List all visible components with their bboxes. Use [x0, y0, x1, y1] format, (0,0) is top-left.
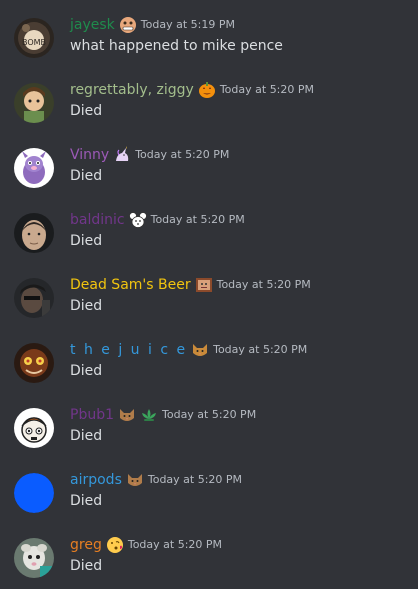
- dead-sams-beer-avatar-icon: [14, 278, 54, 318]
- framed-face-badge-icon: [195, 276, 213, 294]
- message-text: what happened to mike pence: [70, 38, 283, 54]
- message-item: BOMB jayesk Today at 5:19 PM what happen…: [0, 14, 418, 74]
- vinny-avatar-icon: [14, 148, 54, 188]
- avatar[interactable]: [14, 538, 54, 578]
- message-text: Died: [70, 428, 103, 444]
- greg-avatar-icon: [14, 538, 54, 578]
- avatar[interactable]: BOMB: [14, 18, 54, 58]
- kissing-face-badge-icon: [106, 536, 124, 554]
- message-list: BOMB jayesk Today at 5:19 PM what happen…: [0, 0, 418, 589]
- author-name[interactable]: jayesk: [70, 14, 115, 36]
- timestamp[interactable]: Today at 5:19 PM: [141, 14, 235, 36]
- timestamp[interactable]: Today at 5:20 PM: [135, 144, 229, 166]
- timestamp[interactable]: Today at 5:20 PM: [148, 469, 242, 491]
- avatar[interactable]: [14, 213, 54, 253]
- message-text: Died: [70, 168, 103, 184]
- timestamp[interactable]: Today at 5:20 PM: [151, 209, 245, 231]
- author-name[interactable]: Dead Sam's Beer: [70, 274, 191, 296]
- avatar[interactable]: [14, 148, 54, 188]
- message-item: Dead Sam's Beer Today at 5:20 PM Died: [0, 274, 418, 334]
- author-name[interactable]: airpods: [70, 469, 122, 491]
- message-item: Vinny Today at 5:20 PM Died: [0, 144, 418, 204]
- message-text: Died: [70, 558, 103, 574]
- message-text: Died: [70, 298, 103, 314]
- avatar[interactable]: [14, 473, 54, 513]
- message-item: t h e j u i c e Today at 5:20 PM Died: [0, 339, 418, 399]
- avatar[interactable]: [14, 83, 54, 123]
- mouse-face-badge-icon: [128, 211, 147, 229]
- message-item: baldinic Today at 5:20 PM Died: [0, 209, 418, 269]
- cat-badge-icon: [126, 471, 144, 489]
- timestamp[interactable]: Today at 5:20 PM: [162, 404, 256, 426]
- message-item: greg Today at 5:20 PM Died: [0, 534, 418, 589]
- avatar[interactable]: [14, 343, 54, 383]
- cat-badge-icon: [118, 406, 136, 424]
- message-text: Died: [70, 103, 103, 119]
- pbub1-avatar-icon: [14, 408, 54, 448]
- timestamp[interactable]: Today at 5:20 PM: [220, 79, 314, 101]
- avatar[interactable]: [14, 278, 54, 318]
- svg-text:BOMB: BOMB: [22, 38, 46, 47]
- timestamp[interactable]: Today at 5:20 PM: [128, 534, 222, 556]
- author-name[interactable]: Pbub1: [70, 404, 114, 426]
- message-item: Pbub1 Today at 5:20 PM Died: [0, 404, 418, 464]
- message-text: Died: [70, 233, 103, 249]
- jayesk-avatar-icon: BOMB: [14, 18, 54, 58]
- message-text: Died: [70, 493, 103, 509]
- airpods-avatar-icon: [14, 473, 54, 513]
- thejuice-avatar-icon: [14, 343, 54, 383]
- jack-o-lantern-badge-icon: [198, 81, 216, 99]
- avatar[interactable]: [14, 408, 54, 448]
- author-name[interactable]: regrettably, ziggy: [70, 79, 194, 101]
- author-name[interactable]: Vinny: [70, 144, 109, 166]
- cat-badge-icon: [191, 341, 209, 359]
- unicorn-badge-icon: [113, 146, 131, 164]
- timestamp[interactable]: Today at 5:20 PM: [217, 274, 311, 296]
- baldinic-avatar-icon: [14, 213, 54, 253]
- flexing-face-badge-icon: [119, 16, 137, 34]
- author-name[interactable]: t h e j u i c e: [70, 339, 187, 361]
- lotus-badge-icon: [140, 406, 158, 424]
- author-name[interactable]: greg: [70, 534, 102, 556]
- message-text: Died: [70, 363, 103, 379]
- timestamp[interactable]: Today at 5:20 PM: [213, 339, 307, 361]
- message-item: airpods Today at 5:20 PM Died: [0, 469, 418, 529]
- author-name[interactable]: baldinic: [70, 209, 125, 231]
- message-item: regrettably, ziggy Today at 5:20 PM Died: [0, 79, 418, 139]
- ziggy-avatar-icon: [14, 83, 54, 123]
